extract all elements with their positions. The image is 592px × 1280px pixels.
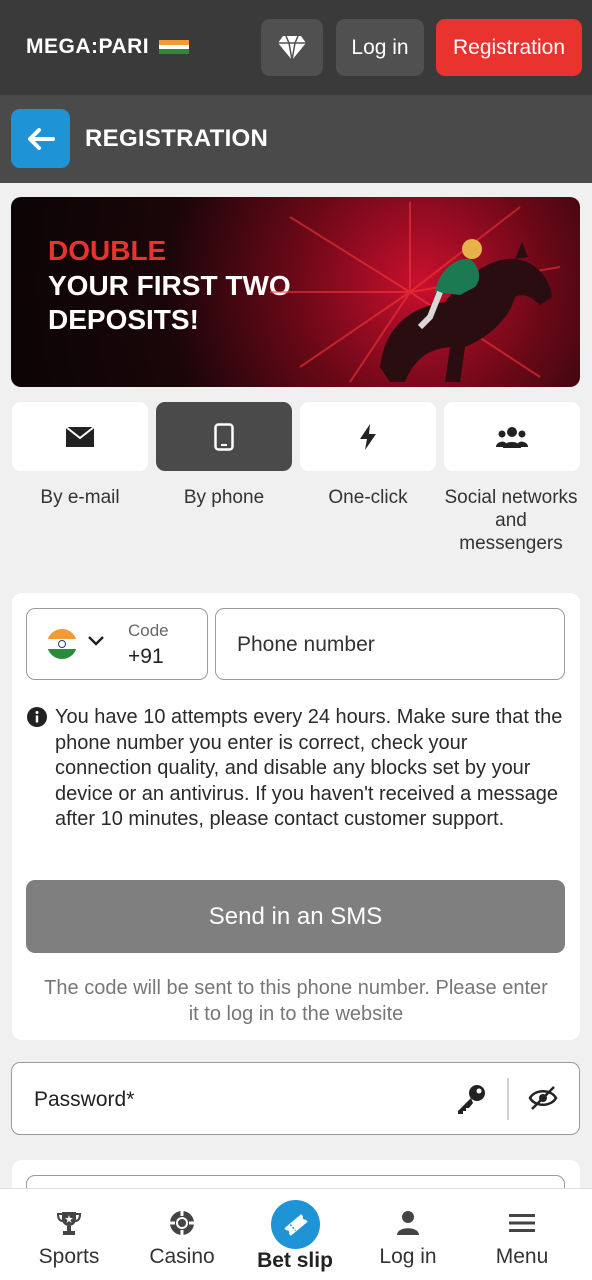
- code-value: +91: [128, 645, 164, 668]
- info-icon: [27, 707, 47, 727]
- nav-bet-slip-label: Bet slip: [257, 1249, 333, 1272]
- nav-menu[interactable]: Menu: [467, 1189, 577, 1280]
- logo-text: MEGA:PARI: [26, 35, 150, 58]
- chevron-down-icon: [88, 636, 104, 646]
- nav-menu-label: Menu: [495, 1245, 549, 1268]
- tab-label-by-email: By e-mail: [40, 487, 120, 508]
- send-sms-button[interactable]: Send in an SMS: [26, 880, 565, 953]
- country-code-select[interactable]: Code +91: [26, 608, 208, 680]
- nav-login[interactable]: Log in: [353, 1189, 463, 1280]
- tab-social-networks[interactable]: [444, 402, 580, 471]
- diamond-icon: [278, 35, 306, 60]
- tab-by-email[interactable]: [12, 402, 148, 471]
- password-divider: [507, 1078, 509, 1120]
- nav-sports-label: Sports: [38, 1245, 100, 1268]
- page-title: REGISTRATION: [85, 125, 269, 152]
- registration-button[interactable]: Registration: [436, 19, 582, 76]
- ticket-icon: [283, 1213, 308, 1236]
- tab-by-phone[interactable]: [156, 402, 292, 471]
- password-field[interactable]: Password*: [11, 1062, 580, 1135]
- vip-diamond-button[interactable]: [261, 19, 323, 76]
- nav-login-label: Log in: [379, 1245, 437, 1268]
- hamburger-menu-icon: [509, 1214, 535, 1232]
- arrow-left-icon: [27, 127, 55, 150]
- bet-slip-button[interactable]: [271, 1200, 320, 1249]
- banner-headline-accent: DOUBLE: [48, 235, 167, 266]
- password-label: Password*: [34, 1088, 135, 1111]
- tab-label-one-click: One-click: [328, 487, 408, 508]
- page-header: REGISTRATION: [0, 95, 592, 183]
- india-flag-icon: [47, 629, 77, 659]
- tab-label-social-networks: Social networks and messengers: [444, 487, 578, 554]
- sms-note-text: The code will be sent to this phone numb…: [44, 977, 548, 1025]
- nav-casino-label: Casino: [149, 1245, 215, 1268]
- megapari-logo[interactable]: MEGA:PARI: [26, 35, 190, 58]
- trophy-icon: [56, 1212, 82, 1235]
- top-header: MEGA:PARI Log in Registration: [0, 0, 592, 95]
- eye-slash-icon[interactable]: [528, 1085, 558, 1111]
- jockey-horse-illustration: [270, 202, 561, 383]
- bottom-navigation: Sports Casino Bet slip Log in Menu: [0, 1188, 592, 1280]
- nav-sports[interactable]: Sports: [14, 1189, 124, 1280]
- lightning-icon: [360, 423, 376, 450]
- india-flag-icon: [159, 40, 190, 55]
- attempts-info-text: You have 10 attempts every 24 hours. Mak…: [55, 706, 563, 830]
- login-button[interactable]: Log in: [336, 19, 424, 76]
- key-generate-icon[interactable]: [455, 1083, 487, 1115]
- nav-casino[interactable]: Casino: [127, 1189, 237, 1280]
- promo-banner[interactable]: DOUBLE YOUR FIRST TWO DEPOSITS!: [11, 197, 580, 387]
- users-icon: [496, 426, 528, 448]
- user-icon: [397, 1211, 419, 1235]
- code-label: Code: [128, 621, 169, 640]
- phone-number-input[interactable]: Phone number: [215, 608, 565, 680]
- casino-chip-icon: [170, 1211, 194, 1235]
- phone-icon: [214, 422, 234, 451]
- phone-registration-card: Code +91 Phone number You have 10 attemp…: [12, 593, 580, 1040]
- tab-one-click[interactable]: [300, 402, 436, 471]
- back-button[interactable]: [11, 109, 70, 168]
- tab-label-by-phone: By phone: [183, 487, 265, 508]
- envelope-icon: [65, 425, 95, 447]
